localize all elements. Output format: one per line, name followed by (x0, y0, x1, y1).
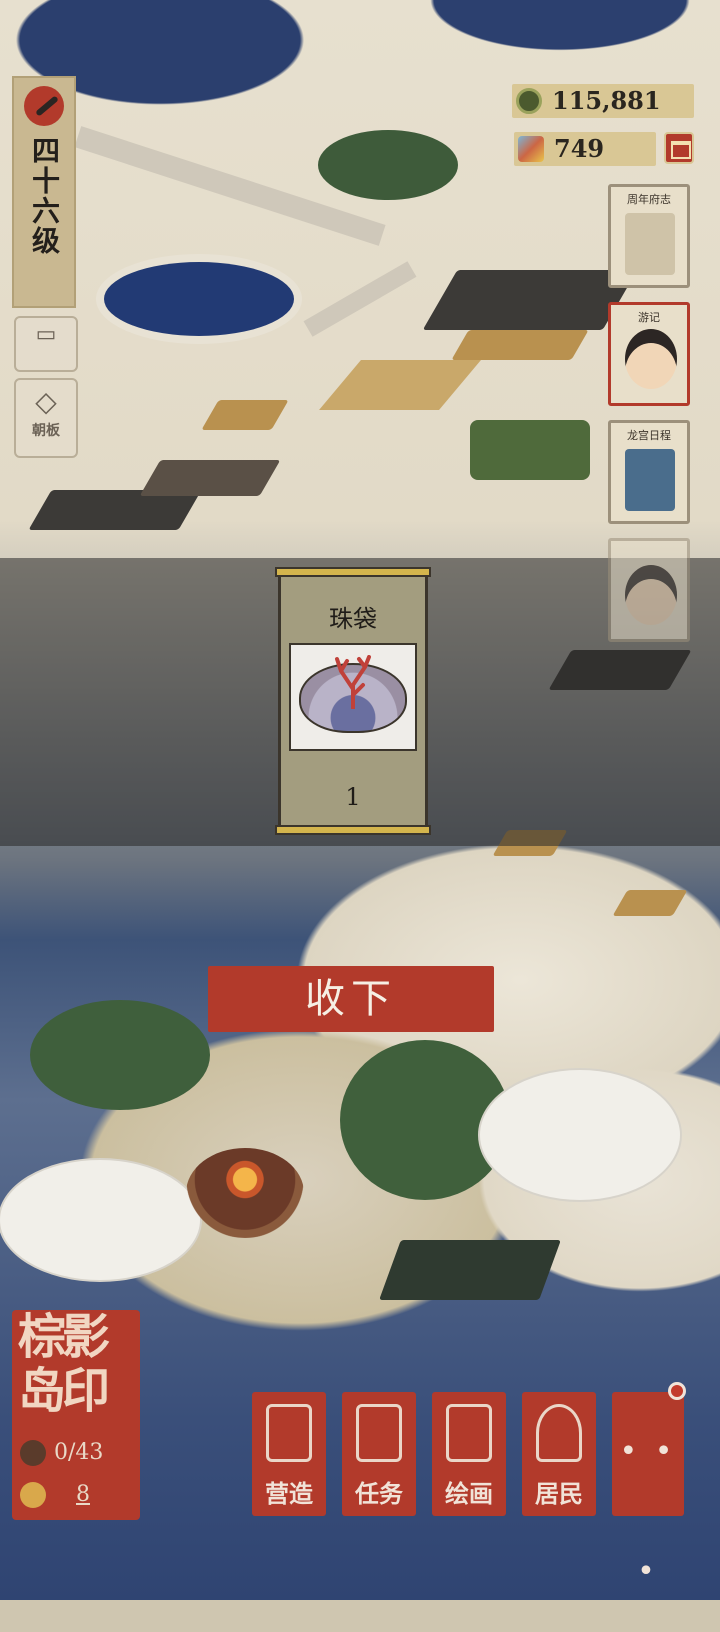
population-row: 0/43 (20, 1440, 103, 1466)
palm-tree (30, 1000, 210, 1110)
snow-tree (0, 1160, 200, 1280)
count-row: 8 (20, 1482, 90, 1508)
jade-counter[interactable]: 749 (514, 132, 656, 166)
island-name: 棕影岛印 (18, 1309, 110, 1419)
character-card[interactable] (608, 538, 690, 642)
pearl-shell-icon (289, 643, 417, 751)
jade-icon (518, 136, 544, 162)
travel-notes-card[interactable]: 游记 (608, 302, 690, 406)
task-button[interactable]: 任务 (342, 1392, 416, 1516)
level-label: 四十六级 (28, 136, 61, 256)
chat-icon: ▭ (35, 322, 57, 347)
snow-tree (480, 1070, 680, 1200)
brush-icon (24, 86, 64, 126)
accept-button[interactable]: 收下 (208, 966, 494, 1032)
notification-dot-icon (668, 1382, 686, 1400)
character-icon (625, 565, 677, 625)
level-badge[interactable]: 四十六级 (12, 76, 76, 308)
task-icon (356, 1404, 402, 1462)
portrait-icon (625, 329, 677, 389)
building-roof (28, 490, 202, 530)
building-roof (201, 400, 289, 430)
chat-button[interactable]: ▭ (14, 316, 78, 372)
scroll-icon (625, 213, 675, 275)
building-roof (379, 1240, 561, 1300)
resident-button[interactable]: 居民 (522, 1392, 596, 1516)
face-icon (20, 1482, 46, 1508)
tree (318, 130, 458, 200)
building-roof (451, 330, 589, 360)
coin-icon (516, 88, 542, 114)
reward-item-quantity: 1 (345, 783, 361, 811)
more-button[interactable]: • • • (612, 1392, 684, 1589)
painting-icon (446, 1404, 492, 1462)
island-info-card[interactable]: 棕影岛印 0/43 8 (12, 1310, 140, 1520)
anniversary-record-card[interactable]: 周年府志 (608, 184, 690, 288)
reward-item-name: 珠袋 (329, 605, 377, 633)
book-icon: ◇ (35, 385, 57, 418)
card-icon (625, 449, 675, 511)
pond (104, 262, 294, 336)
court-board-button[interactable]: ◇ 朝板 (14, 378, 78, 458)
coin-counter[interactable]: 115,881 (512, 84, 694, 118)
building-roof (422, 270, 638, 330)
resident-icon (20, 1440, 46, 1466)
building-roof (139, 460, 281, 496)
road (303, 261, 417, 337)
painting-button[interactable]: 绘画 (432, 1392, 506, 1516)
dragon-palace-schedule-card[interactable]: 龙宫日程 (608, 420, 690, 524)
coral-shape (335, 655, 371, 709)
build-icon (266, 1404, 312, 1462)
crop-field (470, 420, 590, 480)
resident-icon (536, 1404, 582, 1462)
building-roof (612, 890, 688, 916)
farm-field (319, 360, 481, 410)
build-button[interactable]: 营造 (252, 1392, 326, 1516)
shop-icon[interactable] (664, 132, 694, 164)
bonfire (186, 1148, 304, 1238)
reward-item-card: 珠袋 1 (275, 567, 431, 835)
